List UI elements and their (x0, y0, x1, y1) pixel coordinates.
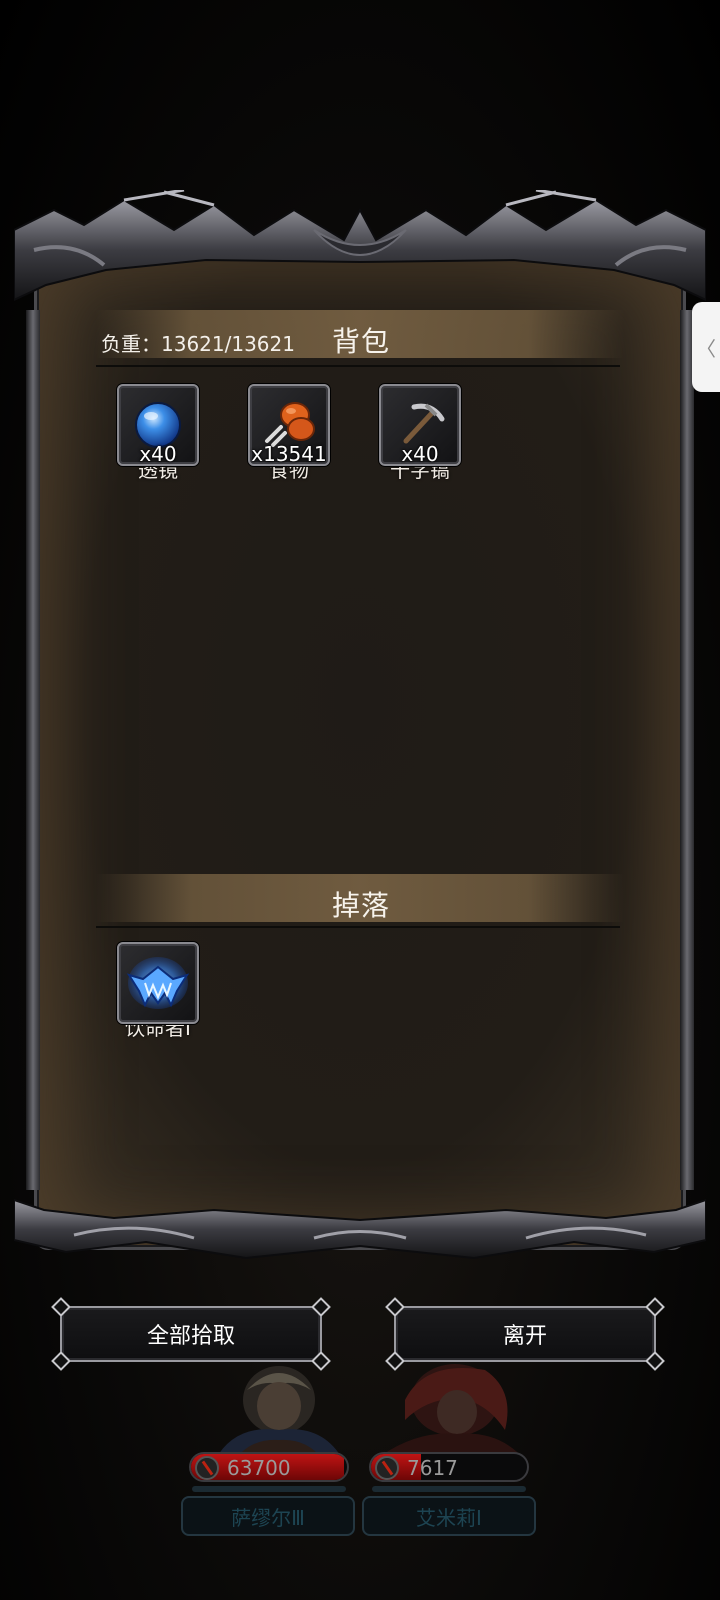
hp-value: 63700 (227, 1456, 291, 1480)
pickup-all-label: 全部拾取 (146, 1324, 235, 1349)
sub-bar (192, 1486, 346, 1492)
chevron-left-icon: 〈 (696, 336, 716, 361)
drop-title: 掉落 (331, 889, 390, 922)
leave-button[interactable]: 离开 (385, 1297, 665, 1371)
pickup-all-button[interactable]: 全部拾取 (51, 1297, 331, 1371)
item-slot[interactable]: x13541 (248, 384, 330, 466)
hp-value: 7617 (407, 1456, 458, 1480)
drop-divider (96, 926, 620, 928)
bag-item-lens[interactable]: x40 透镜 (116, 384, 200, 483)
hp-bar-emily: 7617 (369, 1452, 529, 1482)
item-slot[interactable]: x40 (117, 384, 199, 466)
hero-name-plate-emily[interactable]: 艾米莉Ⅰ (362, 1496, 536, 1536)
leave-label: 离开 (502, 1324, 547, 1349)
weight-readout: 负重：13621/13621 (101, 328, 295, 357)
item-slot[interactable] (117, 942, 199, 1024)
frame-right-edge (680, 310, 694, 1190)
drop-item-life-drinker[interactable]: 饮命者Ⅰ (116, 942, 200, 1041)
hero-name-plate-samuel[interactable]: 萨缪尔Ⅲ (181, 1496, 355, 1536)
item-quantity: x40 (139, 442, 177, 466)
item-quantity: x40 (401, 442, 439, 466)
weight-colon: ： (141, 332, 161, 356)
frame-left-edge (26, 310, 40, 1190)
hp-bar-samuel: 63700 (189, 1452, 349, 1482)
bag-item-food[interactable]: x13541 食物 (247, 384, 331, 483)
weight-value: 13621/13621 (161, 332, 295, 356)
hero-name: 艾米莉Ⅰ (416, 1505, 482, 1530)
item-quantity: x13541 (251, 442, 327, 466)
blue-fanged-mask-icon (126, 957, 190, 1009)
bag-item-pickaxe[interactable]: x40 十字镐 (378, 384, 462, 483)
hero-portrait-samuel (215, 1366, 343, 1460)
sword-icon (195, 1456, 219, 1480)
sword-icon (375, 1456, 399, 1480)
hero-portrait-emily (375, 1364, 525, 1460)
item-slot[interactable]: x40 (379, 384, 461, 466)
bag-title: 背包 (331, 325, 390, 358)
ornate-frame-top (14, 190, 706, 302)
hero-name: 萨缪尔Ⅲ (231, 1505, 305, 1530)
sub-bar (372, 1486, 526, 1492)
bag-divider (96, 365, 620, 367)
ornate-frame-bottom (14, 1198, 706, 1260)
weight-label: 负重 (101, 332, 141, 356)
side-expand-tab[interactable]: 〈 (692, 302, 720, 392)
